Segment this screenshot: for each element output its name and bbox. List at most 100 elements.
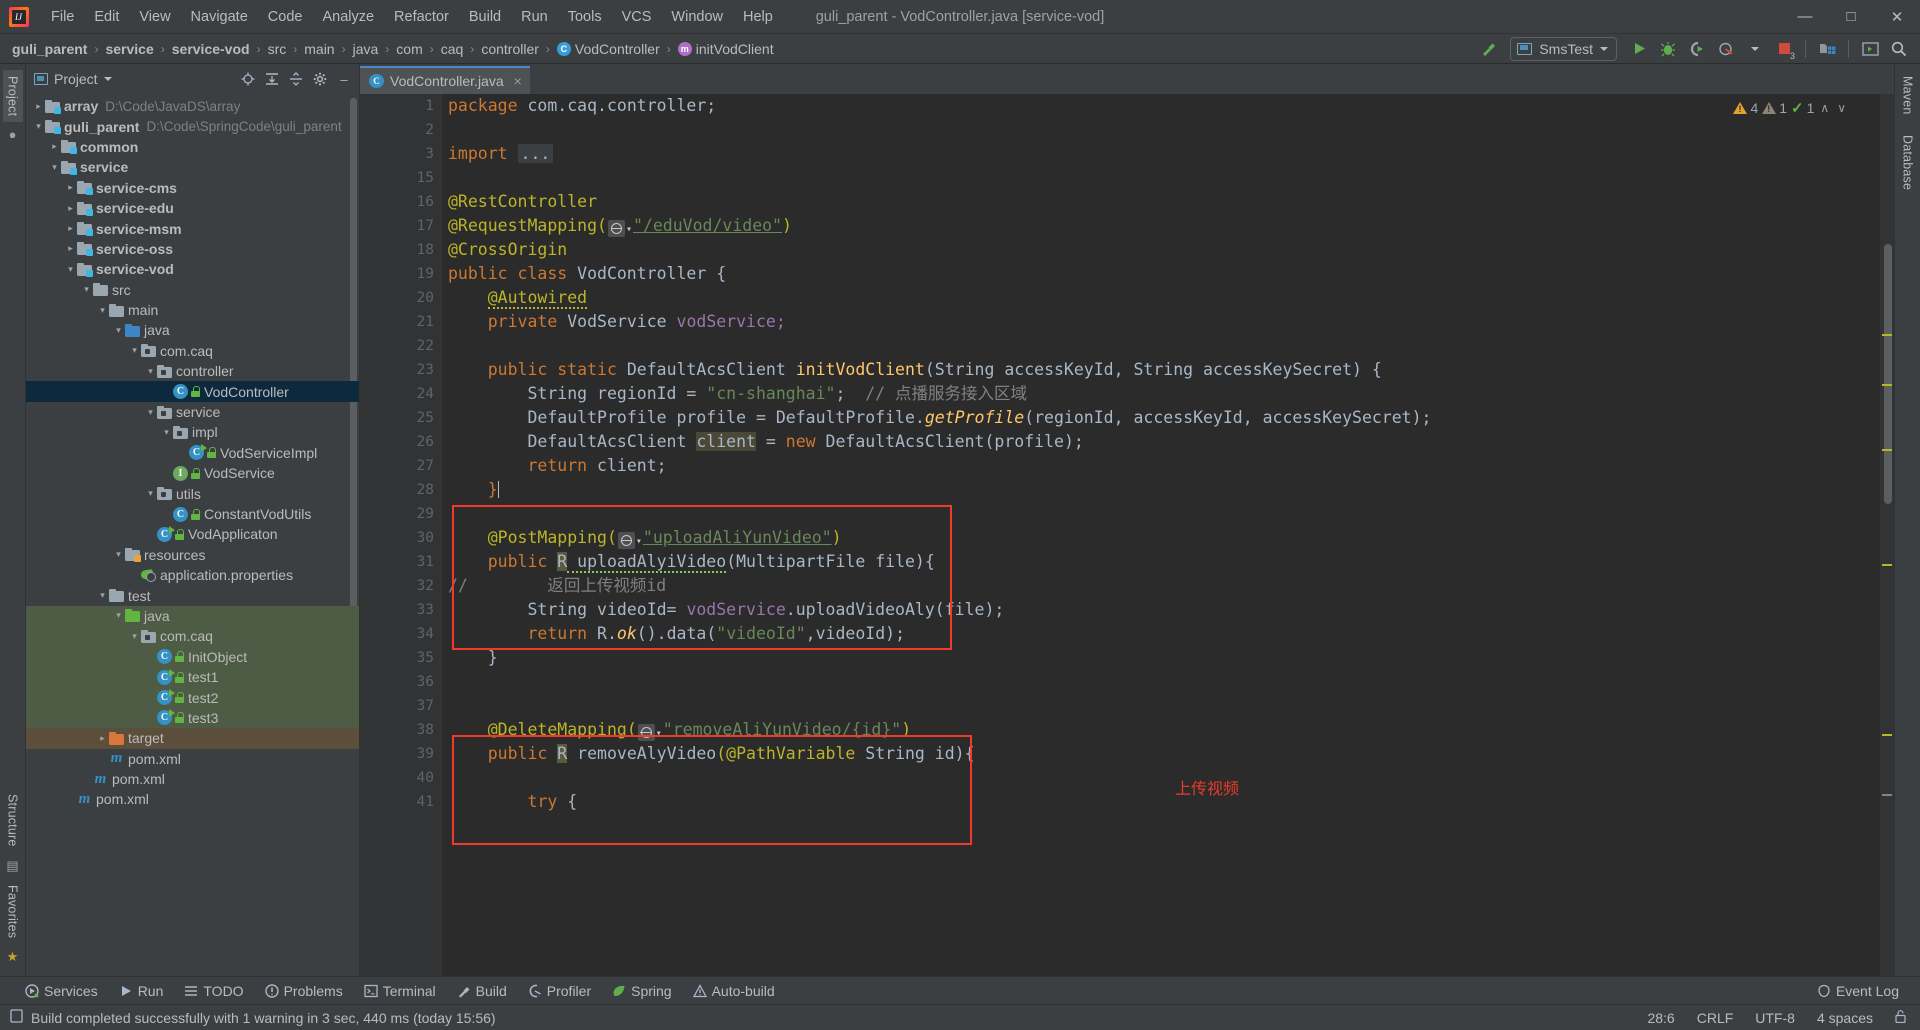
chevron-down-icon[interactable]: ▾ bbox=[626, 218, 632, 242]
tree-node-service[interactable]: ▾ service bbox=[26, 157, 359, 177]
chevron-right-icon[interactable]: ▸ bbox=[64, 243, 77, 254]
tree-node-common[interactable]: ▸ common bbox=[26, 137, 359, 157]
chevron-right-icon[interactable]: ▸ bbox=[64, 223, 77, 234]
chevron-down-icon[interactable]: ▾ bbox=[96, 305, 109, 316]
menu-item-navigate[interactable]: Navigate bbox=[181, 6, 258, 28]
close-button[interactable]: ✕ bbox=[1874, 0, 1920, 34]
code-text-area[interactable]: 4 1 ✓ 1 ∧ ∨ package com.caq.cont bbox=[442, 94, 1880, 976]
tree-node-resources[interactable]: ▾ resources bbox=[26, 545, 359, 565]
tree-node-service-oss[interactable]: ▸ service-oss bbox=[26, 239, 359, 259]
event-log-button[interactable]: Event Log bbox=[1808, 980, 1908, 1002]
tool-spring[interactable]: Spring bbox=[603, 980, 680, 1002]
chevron-down-icon[interactable]: ▾ bbox=[144, 407, 157, 418]
breadcrumb-item-initvodclient[interactable]: m initVodClient bbox=[676, 40, 776, 58]
chevron-down-icon[interactable]: ▾ bbox=[144, 366, 157, 377]
breadcrumb-item-service[interactable]: service bbox=[103, 40, 155, 58]
chevron-right-icon[interactable]: ▸ bbox=[32, 101, 45, 112]
menu-item-run[interactable]: Run bbox=[511, 6, 558, 28]
rail-tab-favorites[interactable]: Favorites bbox=[3, 879, 23, 944]
run-button[interactable] bbox=[1626, 37, 1652, 61]
menu-item-vcs[interactable]: VCS bbox=[612, 6, 662, 28]
chevron-down-icon[interactable]: ▾ bbox=[128, 345, 141, 356]
chevron-down-icon[interactable]: ▾ bbox=[160, 427, 173, 438]
debug-button[interactable] bbox=[1655, 37, 1681, 61]
profile-button[interactable] bbox=[1713, 37, 1739, 61]
tree-node-pom-xml[interactable]: m pom.xml bbox=[26, 749, 359, 769]
project-tree[interactable]: ▸ array D:\Code\JavaDS\array ▾ guli_parent D:… bbox=[26, 94, 359, 976]
tree-node-service-vod[interactable]: ▾ service-vod bbox=[26, 259, 359, 279]
chevron-down-icon[interactable]: ▾ bbox=[112, 549, 125, 560]
prev-problem-icon[interactable]: ∧ bbox=[1818, 101, 1831, 115]
breadcrumb-item-controller[interactable]: controller bbox=[479, 40, 541, 58]
tree-node-vodcontroller[interactable]: C VodController bbox=[26, 381, 359, 402]
tool-build[interactable]: Build bbox=[448, 980, 516, 1002]
chevron-down-icon[interactable]: ▾ bbox=[112, 610, 125, 621]
maximize-button[interactable]: □ bbox=[1828, 0, 1874, 34]
tool-terminal[interactable]: Terminal bbox=[355, 980, 445, 1002]
updates-button[interactable] bbox=[1814, 37, 1840, 61]
breadcrumb-item-service-vod[interactable]: service-vod bbox=[170, 40, 252, 58]
menu-item-code[interactable]: Code bbox=[258, 6, 313, 28]
tool-run[interactable]: Run bbox=[110, 980, 173, 1002]
terminal-button[interactable] bbox=[1857, 37, 1883, 61]
chevron-down-icon[interactable]: ▾ bbox=[144, 488, 157, 499]
marker-warning[interactable] bbox=[1882, 449, 1892, 451]
indent-setting[interactable]: 4 spaces bbox=[1817, 1010, 1873, 1026]
stop-button[interactable]: 3 bbox=[1771, 37, 1797, 61]
tree-node-vodserviceimpl[interactable]: C VodServiceImpl bbox=[26, 443, 359, 463]
breadcrumb-item-com[interactable]: com bbox=[394, 40, 424, 58]
tree-node-initobject[interactable]: C InitObject bbox=[26, 646, 359, 667]
breadcrumb-item-guli-parent[interactable]: guli_parent bbox=[10, 40, 89, 58]
menu-item-build[interactable]: Build bbox=[459, 6, 511, 28]
chevron-down-icon[interactable]: ▾ bbox=[32, 121, 45, 132]
chevron-down-icon[interactable]: ▾ bbox=[48, 162, 61, 173]
lock-icon[interactable] bbox=[1895, 1009, 1906, 1026]
tree-node-service[interactable]: ▾ service bbox=[26, 402, 359, 422]
tree-node-pom-xml[interactable]: m pom.xml bbox=[26, 789, 359, 809]
tree-node-service-msm[interactable]: ▸ service-msm bbox=[26, 218, 359, 238]
menu-item-edit[interactable]: Edit bbox=[84, 6, 129, 28]
breadcrumb-item-caq[interactable]: caq bbox=[439, 40, 466, 58]
expand-all-icon[interactable] bbox=[261, 68, 283, 90]
tree-node-com-caq[interactable]: ▾ com.caq bbox=[26, 341, 359, 361]
next-problem-icon[interactable]: ∨ bbox=[1835, 101, 1848, 115]
editor-marker-gutter[interactable] bbox=[1880, 94, 1894, 976]
search-everywhere-button[interactable] bbox=[1886, 37, 1912, 61]
minimize-button[interactable]: — bbox=[1782, 0, 1828, 34]
tree-node-array[interactable]: ▸ array D:\Code\JavaDS\array bbox=[26, 96, 359, 116]
run-configuration-selector[interactable]: SmsTest bbox=[1510, 36, 1617, 61]
chevron-down-icon[interactable]: ▾ bbox=[80, 284, 93, 295]
rail-tab-database[interactable]: Database bbox=[1898, 129, 1918, 196]
tree-node-test[interactable]: ▾ test bbox=[26, 585, 359, 605]
marker-warning[interactable] bbox=[1882, 734, 1892, 736]
commit-icon[interactable]: ● bbox=[9, 127, 17, 142]
menu-item-window[interactable]: Window bbox=[661, 6, 733, 28]
chevron-down-icon[interactable]: ▾ bbox=[112, 325, 125, 336]
tree-node-com-caq[interactable]: ▾ com.caq bbox=[26, 626, 359, 647]
menu-item-analyze[interactable]: Analyze bbox=[312, 6, 384, 28]
tree-node-java[interactable]: ▾ java bbox=[26, 320, 359, 340]
tree-node-test2[interactable]: Ctest2 bbox=[26, 687, 359, 708]
editor-scrollbar[interactable] bbox=[1884, 244, 1892, 504]
tool-services[interactable]: Services bbox=[16, 980, 107, 1002]
tree-node-utils[interactable]: ▾ utils bbox=[26, 483, 359, 503]
tree-node-service-edu[interactable]: ▸ service-edu bbox=[26, 198, 359, 218]
settings-gear-icon[interactable] bbox=[309, 68, 331, 90]
weak-warning-count-group[interactable]: 1 bbox=[1762, 100, 1787, 116]
project-panel-title-group[interactable]: Project bbox=[34, 71, 112, 87]
hide-panel-icon[interactable]: – bbox=[333, 68, 355, 90]
breadcrumb-item-java[interactable]: java bbox=[351, 40, 381, 58]
chevron-down-icon[interactable]: ▾ bbox=[64, 264, 77, 275]
tree-node-pom-xml[interactable]: m pom.xml bbox=[26, 769, 359, 789]
editor-gutter[interactable]: 1 2 3⊞ 15 16┐ 17 18⌂ 19 20 21 22 23@┐ 24 25 26 27 28⌂ 29 3… bbox=[360, 94, 480, 976]
marker-warning[interactable] bbox=[1882, 564, 1892, 566]
menu-item-view[interactable]: View bbox=[129, 6, 180, 28]
tree-node-target[interactable]: ▸ target bbox=[26, 728, 359, 749]
rail-tab-maven[interactable]: Maven bbox=[1898, 70, 1918, 121]
tool-autobuild[interactable]: Auto-build bbox=[684, 980, 784, 1002]
close-icon[interactable]: × bbox=[514, 73, 522, 89]
inspection-ok-group[interactable]: ✓ 1 bbox=[1791, 99, 1814, 117]
rail-tab-project[interactable]: Project bbox=[2, 70, 23, 123]
menu-item-help[interactable]: Help bbox=[733, 6, 783, 28]
tree-node-main[interactable]: ▾ main bbox=[26, 300, 359, 320]
